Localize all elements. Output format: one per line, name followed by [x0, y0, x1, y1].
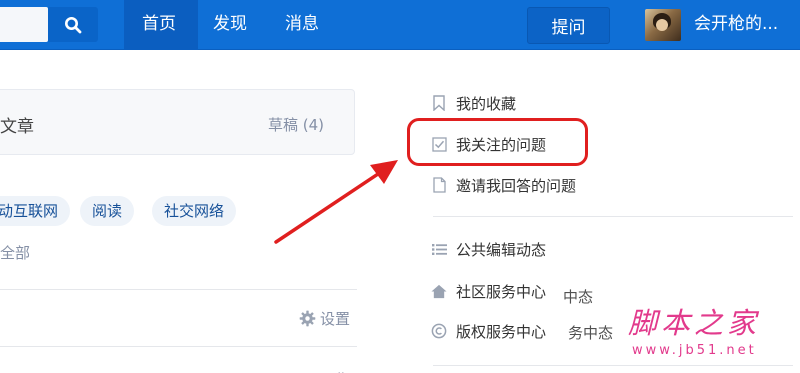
- watermark-logo: 脚本之家: [628, 306, 761, 340]
- watermark-url: www.jb51.net: [632, 343, 757, 358]
- app-root: 首页 发现 消息 提问 会开枪的... 文章 草稿 (4) 动互联网 阅读 社交…: [0, 0, 800, 373]
